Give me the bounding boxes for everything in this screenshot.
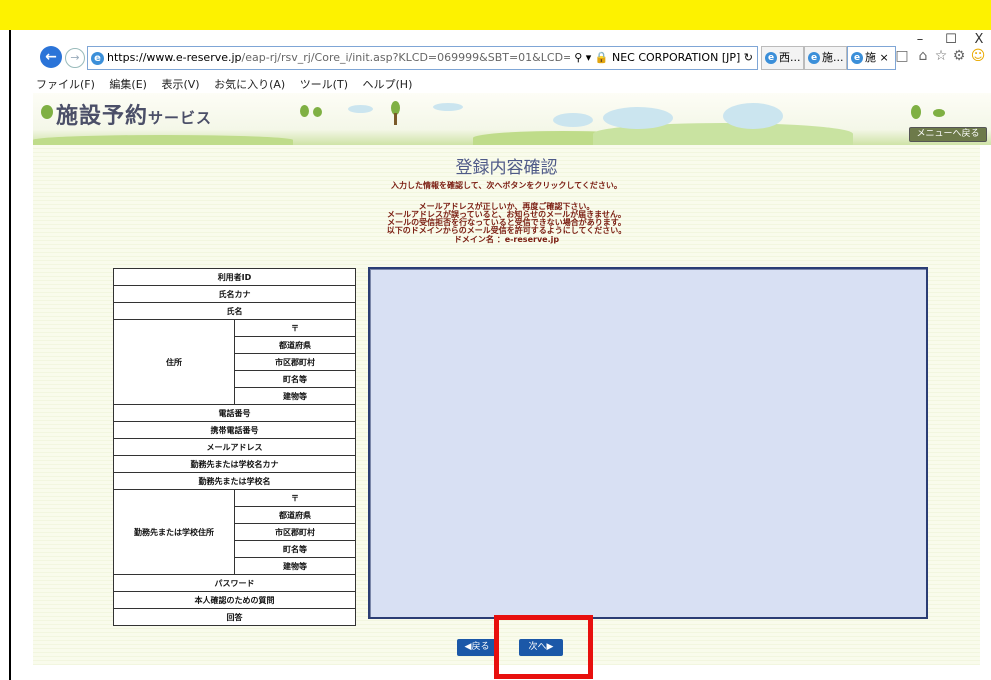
table-row: 勤務先または学校住所〒 (113, 489, 356, 575)
label-work-building: 建物等 (234, 557, 356, 575)
address-bar-tools: ⚲ ▾ 🔒 NEC CORPORATION [JP] ↻ (570, 47, 753, 69)
ie-logo-icon: e (765, 52, 777, 64)
label-work-town: 町名等 (234, 540, 356, 558)
label-security-question: 本人確認のための質問 (113, 591, 356, 609)
banner-cloud (723, 103, 783, 129)
label-mobile: 携帯電話番号 (113, 421, 356, 439)
table-row: パスワード (113, 574, 356, 592)
site-banner: 施設予約サービス メニューへ戻る (33, 93, 991, 145)
table-row: 電話番号 (113, 404, 356, 422)
domain-note: ドメイン名 ：e-reserve.jp (453, 235, 560, 244)
table-row: 回答 (113, 608, 356, 626)
tab-3-active[interactable]: e施 × (847, 46, 896, 70)
entered-values-panel (368, 267, 928, 619)
menu-favorites[interactable]: お気に入り(A) (214, 78, 285, 91)
table-row: 勤務先または学校名 (113, 472, 356, 490)
banner-cloud (348, 105, 373, 113)
maximize-button[interactable]: ☐ (940, 32, 962, 47)
back-button[interactable]: ◀戻る (457, 639, 497, 656)
home-icon[interactable]: ⌂ (915, 48, 931, 64)
label-phone: 電話番号 (113, 404, 356, 422)
lock-icon: 🔒 (594, 51, 609, 64)
next-button-highlight (494, 615, 593, 679)
banner-cloud (433, 103, 463, 111)
table-row: 勤務先または学校名カナ (113, 455, 356, 473)
ie-logo-icon: e (851, 52, 863, 64)
label-answer: 回答 (113, 608, 356, 626)
label-work-name: 勤務先または学校名 (113, 472, 356, 490)
table-row: 本人確認のための質問 (113, 591, 356, 609)
favorites-star-icon[interactable]: ☆ (933, 48, 949, 64)
label-email: メールアドレス (113, 438, 356, 456)
banner-title-suffix: サービス (148, 109, 213, 127)
label-user-id: 利用者ID (113, 268, 356, 286)
url-host: https://www.e-reserve.jp (107, 51, 242, 64)
new-tab-icon[interactable]: □ (894, 48, 910, 64)
top-yellow-bar (0, 0, 991, 30)
banner-tree (300, 105, 309, 117)
label-work-prefecture: 都道府県 (234, 506, 356, 524)
banner-cloud (553, 113, 593, 127)
banner-tree (911, 105, 921, 119)
ie-logo-icon: e (91, 51, 104, 65)
search-icon[interactable]: ⚲ (574, 51, 582, 64)
tab-label: 施 (865, 51, 876, 64)
tab-2[interactable]: e 施... (804, 46, 847, 70)
note-line: 以下のドメインからのメール受信を許可するようにしてください。 (386, 226, 627, 235)
main-content: 登録内容確認 入力した情報を確認して、次へボタンをクリックしてください。 メール… (33, 145, 980, 665)
tab-label: 西... (779, 51, 801, 64)
back-button-label: 戻る (471, 642, 490, 652)
label-town: 町名等 (234, 370, 356, 388)
label-work-kana: 勤務先または学校名カナ (113, 455, 356, 473)
tab-label: 施... (822, 51, 844, 64)
smiley-icon[interactable]: ☺ (970, 48, 986, 64)
label-address: 住所 (113, 319, 235, 405)
menu-file[interactable]: ファイル(F) (36, 78, 95, 91)
instruction-text: 入力した情報を確認して、次へボタンをクリックしてください。 (391, 181, 622, 190)
banner-tree (313, 107, 322, 117)
menu-view[interactable]: 表示(V) (161, 78, 199, 91)
ie-logo-icon: e (808, 52, 820, 64)
label-work-city: 市区郡町村 (234, 523, 356, 541)
table-row: 氏名カナ (113, 285, 356, 303)
page-title: 登録内容確認 (455, 158, 558, 178)
menu-edit[interactable]: 編集(E) (109, 78, 147, 91)
banner-title: 施設予約サービス (56, 98, 212, 130)
banner-trunk (394, 113, 397, 125)
table-row: 携帯電話番号 (113, 421, 356, 439)
label-password: パスワード (113, 574, 356, 592)
banner-title-main: 施設予約 (56, 103, 149, 129)
tab-close-icon[interactable]: × (880, 51, 889, 64)
back-arrow-icon[interactable]: ← (40, 46, 62, 68)
banner-tree (933, 109, 945, 117)
label-name-kana: 氏名カナ (113, 285, 356, 303)
table-row: 住所〒 (113, 319, 356, 405)
label-city: 市区郡町村 (234, 353, 356, 371)
table-row: 利用者ID (113, 268, 356, 286)
table-row: メールアドレス (113, 438, 356, 456)
settings-gear-icon[interactable]: ⚙ (951, 48, 967, 64)
minimize-button[interactable]: – (909, 32, 931, 47)
label-name: 氏名 (113, 302, 356, 320)
banner-tree (41, 105, 53, 119)
label-work-address: 勤務先または学校住所 (113, 489, 235, 575)
menu-help[interactable]: ヘルプ(H) (363, 78, 413, 91)
banner-cloud (603, 107, 673, 129)
close-button[interactable]: X (968, 32, 990, 47)
menu-tools[interactable]: ツール(T) (300, 78, 348, 91)
label-postal: 〒 (234, 319, 356, 337)
menu-bar: ファイル(F) 編集(E) 表示(V) お気に入り(A) ツール(T) ヘルプ(… (36, 76, 423, 92)
tab-1[interactable]: e 西... (761, 46, 804, 70)
refresh-icon[interactable]: ↻ (744, 51, 753, 64)
table-row: 氏名 (113, 302, 356, 320)
forward-arrow-icon[interactable]: → (65, 48, 85, 68)
banner-hill (33, 135, 293, 145)
security-label[interactable]: NEC CORPORATION [JP] (612, 51, 740, 64)
menu-return-button[interactable]: メニューへ戻る (909, 127, 987, 142)
address-bar[interactable]: e https://www.e-reserve.jp/eap-rj/rsv_rj/… (87, 46, 758, 70)
label-prefecture: 都道府県 (234, 336, 356, 354)
label-work-postal: 〒 (234, 489, 356, 507)
registration-form-labels: 利用者ID 氏名カナ 氏名 住所〒 都道府県 市区郡町村 町名等 建物等 電話番… (113, 268, 356, 626)
label-building: 建物等 (234, 387, 356, 405)
